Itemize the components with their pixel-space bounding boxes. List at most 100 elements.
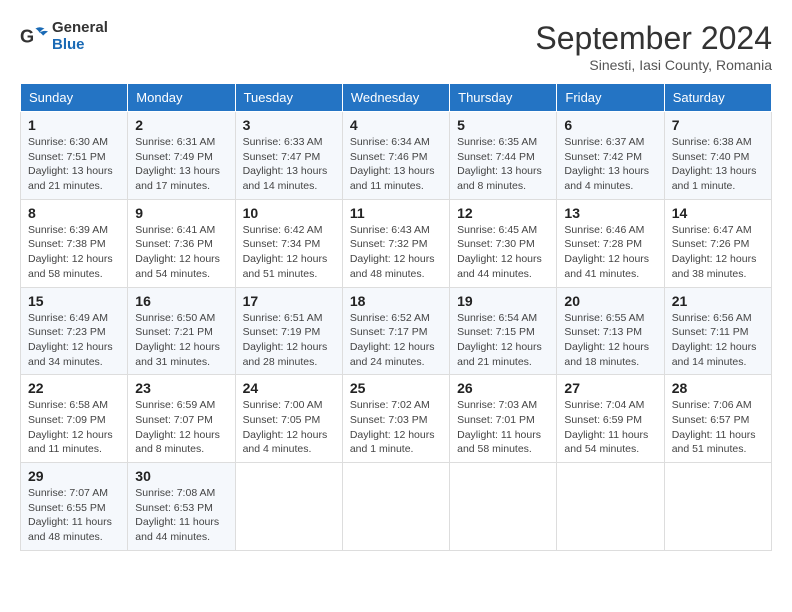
cell-info: Sunrise: 6:31 AMSunset: 7:49 PMDaylight:… <box>135 136 220 192</box>
table-row: 19 Sunrise: 6:54 AMSunset: 7:15 PMDaylig… <box>450 287 557 375</box>
location-subtitle: Sinesti, Iasi County, Romania <box>535 57 772 73</box>
table-row: 6 Sunrise: 6:37 AMSunset: 7:42 PMDayligh… <box>557 112 664 200</box>
calendar-row: 29 Sunrise: 7:07 AMSunset: 6:55 PMDaylig… <box>21 463 772 551</box>
header-wednesday: Wednesday <box>342 84 449 112</box>
table-row: 21 Sunrise: 6:56 AMSunset: 7:11 PMDaylig… <box>664 287 771 375</box>
svg-text:G: G <box>20 26 34 46</box>
cell-info: Sunrise: 7:00 AMSunset: 7:05 PMDaylight:… <box>243 399 328 455</box>
header-friday: Friday <box>557 84 664 112</box>
table-row: 14 Sunrise: 6:47 AMSunset: 7:26 PMDaylig… <box>664 199 771 287</box>
day-number: 23 <box>135 380 227 396</box>
day-number: 11 <box>350 205 442 221</box>
day-number: 17 <box>243 293 335 309</box>
cell-info: Sunrise: 7:02 AMSunset: 7:03 PMDaylight:… <box>350 399 435 455</box>
table-row: 17 Sunrise: 6:51 AMSunset: 7:19 PMDaylig… <box>235 287 342 375</box>
header-monday: Monday <box>128 84 235 112</box>
table-row <box>235 463 342 551</box>
table-row: 10 Sunrise: 6:42 AMSunset: 7:34 PMDaylig… <box>235 199 342 287</box>
cell-info: Sunrise: 7:04 AMSunset: 6:59 PMDaylight:… <box>564 399 648 455</box>
table-row: 29 Sunrise: 7:07 AMSunset: 6:55 PMDaylig… <box>21 463 128 551</box>
logo: G General Blue <box>20 20 108 53</box>
calendar-row: 15 Sunrise: 6:49 AMSunset: 7:23 PMDaylig… <box>21 287 772 375</box>
day-number: 13 <box>564 205 656 221</box>
table-row: 16 Sunrise: 6:50 AMSunset: 7:21 PMDaylig… <box>128 287 235 375</box>
cell-info: Sunrise: 6:41 AMSunset: 7:36 PMDaylight:… <box>135 224 220 280</box>
cell-info: Sunrise: 6:43 AMSunset: 7:32 PMDaylight:… <box>350 224 435 280</box>
logo-text-block: General Blue <box>52 20 108 53</box>
day-number: 30 <box>135 468 227 484</box>
day-number: 4 <box>350 117 442 133</box>
table-row: 12 Sunrise: 6:45 AMSunset: 7:30 PMDaylig… <box>450 199 557 287</box>
day-number: 6 <box>564 117 656 133</box>
cell-info: Sunrise: 7:06 AMSunset: 6:57 PMDaylight:… <box>672 399 756 455</box>
cell-info: Sunrise: 6:52 AMSunset: 7:17 PMDaylight:… <box>350 312 435 368</box>
table-row: 2 Sunrise: 6:31 AMSunset: 7:49 PMDayligh… <box>128 112 235 200</box>
table-row: 28 Sunrise: 7:06 AMSunset: 6:57 PMDaylig… <box>664 375 771 463</box>
cell-info: Sunrise: 6:45 AMSunset: 7:30 PMDaylight:… <box>457 224 542 280</box>
calendar-row: 22 Sunrise: 6:58 AMSunset: 7:09 PMDaylig… <box>21 375 772 463</box>
cell-info: Sunrise: 6:37 AMSunset: 7:42 PMDaylight:… <box>564 136 649 192</box>
header-sunday: Sunday <box>21 84 128 112</box>
cell-info: Sunrise: 7:07 AMSunset: 6:55 PMDaylight:… <box>28 487 112 543</box>
table-row: 8 Sunrise: 6:39 AMSunset: 7:38 PMDayligh… <box>21 199 128 287</box>
cell-info: Sunrise: 6:58 AMSunset: 7:09 PMDaylight:… <box>28 399 113 455</box>
table-row: 7 Sunrise: 6:38 AMSunset: 7:40 PMDayligh… <box>664 112 771 200</box>
table-row: 3 Sunrise: 6:33 AMSunset: 7:47 PMDayligh… <box>235 112 342 200</box>
day-number: 16 <box>135 293 227 309</box>
cell-info: Sunrise: 7:03 AMSunset: 7:01 PMDaylight:… <box>457 399 541 455</box>
cell-info: Sunrise: 6:34 AMSunset: 7:46 PMDaylight:… <box>350 136 435 192</box>
cell-info: Sunrise: 6:54 AMSunset: 7:15 PMDaylight:… <box>457 312 542 368</box>
day-number: 20 <box>564 293 656 309</box>
cell-info: Sunrise: 6:55 AMSunset: 7:13 PMDaylight:… <box>564 312 649 368</box>
table-row: 9 Sunrise: 6:41 AMSunset: 7:36 PMDayligh… <box>128 199 235 287</box>
table-row: 4 Sunrise: 6:34 AMSunset: 7:46 PMDayligh… <box>342 112 449 200</box>
day-number: 12 <box>457 205 549 221</box>
table-row: 11 Sunrise: 6:43 AMSunset: 7:32 PMDaylig… <box>342 199 449 287</box>
logo-blue: Blue <box>52 36 85 53</box>
day-number: 19 <box>457 293 549 309</box>
logo-general: General <box>52 19 108 36</box>
day-number: 18 <box>350 293 442 309</box>
day-number: 24 <box>243 380 335 396</box>
calendar-row: 8 Sunrise: 6:39 AMSunset: 7:38 PMDayligh… <box>21 199 772 287</box>
table-row: 1 Sunrise: 6:30 AMSunset: 7:51 PMDayligh… <box>21 112 128 200</box>
header-thursday: Thursday <box>450 84 557 112</box>
cell-info: Sunrise: 6:33 AMSunset: 7:47 PMDaylight:… <box>243 136 328 192</box>
day-number: 27 <box>564 380 656 396</box>
logo-icon: G <box>20 23 48 51</box>
cell-info: Sunrise: 6:38 AMSunset: 7:40 PMDaylight:… <box>672 136 757 192</box>
cell-info: Sunrise: 6:46 AMSunset: 7:28 PMDaylight:… <box>564 224 649 280</box>
cell-info: Sunrise: 6:49 AMSunset: 7:23 PMDaylight:… <box>28 312 113 368</box>
table-row: 24 Sunrise: 7:00 AMSunset: 7:05 PMDaylig… <box>235 375 342 463</box>
day-number: 28 <box>672 380 764 396</box>
cell-info: Sunrise: 6:51 AMSunset: 7:19 PMDaylight:… <box>243 312 328 368</box>
table-row: 30 Sunrise: 7:08 AMSunset: 6:53 PMDaylig… <box>128 463 235 551</box>
table-row: 5 Sunrise: 6:35 AMSunset: 7:44 PMDayligh… <box>450 112 557 200</box>
cell-info: Sunrise: 6:59 AMSunset: 7:07 PMDaylight:… <box>135 399 220 455</box>
month-title: September 2024 <box>535 20 772 57</box>
table-row: 20 Sunrise: 6:55 AMSunset: 7:13 PMDaylig… <box>557 287 664 375</box>
cell-info: Sunrise: 6:30 AMSunset: 7:51 PMDaylight:… <box>28 136 113 192</box>
day-number: 7 <box>672 117 764 133</box>
header-row: Sunday Monday Tuesday Wednesday Thursday… <box>21 84 772 112</box>
day-number: 21 <box>672 293 764 309</box>
cell-info: Sunrise: 6:56 AMSunset: 7:11 PMDaylight:… <box>672 312 757 368</box>
day-number: 8 <box>28 205 120 221</box>
header-tuesday: Tuesday <box>235 84 342 112</box>
day-number: 3 <box>243 117 335 133</box>
day-number: 15 <box>28 293 120 309</box>
calendar-table: Sunday Monday Tuesday Wednesday Thursday… <box>20 83 772 551</box>
page-header: G General Blue September 2024 Sinesti, I… <box>20 20 772 73</box>
day-number: 26 <box>457 380 549 396</box>
day-number: 29 <box>28 468 120 484</box>
table-row <box>664 463 771 551</box>
day-number: 9 <box>135 205 227 221</box>
day-number: 10 <box>243 205 335 221</box>
cell-info: Sunrise: 6:39 AMSunset: 7:38 PMDaylight:… <box>28 224 113 280</box>
cell-info: Sunrise: 6:50 AMSunset: 7:21 PMDaylight:… <box>135 312 220 368</box>
table-row <box>450 463 557 551</box>
cell-info: Sunrise: 6:35 AMSunset: 7:44 PMDaylight:… <box>457 136 542 192</box>
cell-info: Sunrise: 6:47 AMSunset: 7:26 PMDaylight:… <box>672 224 757 280</box>
title-block: September 2024 Sinesti, Iasi County, Rom… <box>535 20 772 73</box>
day-number: 1 <box>28 117 120 133</box>
